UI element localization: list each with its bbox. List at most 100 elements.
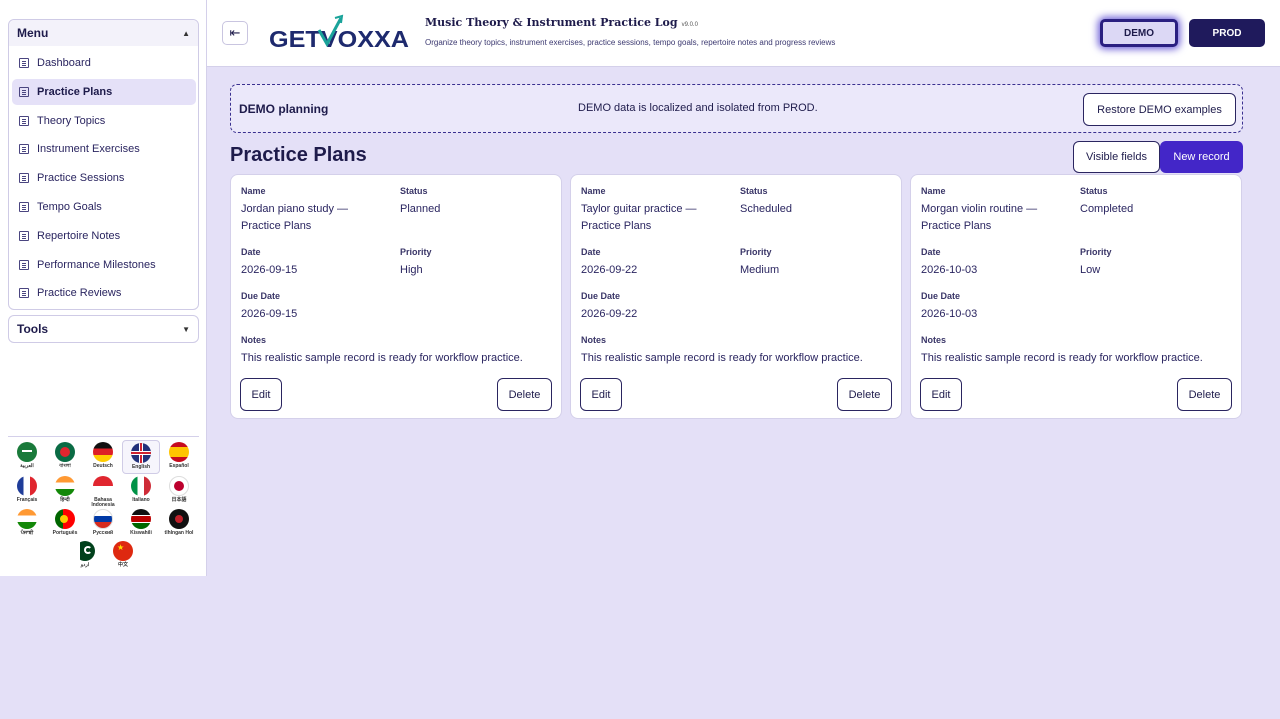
sidebar-item-label: Theory Topics — [37, 115, 106, 127]
delete-button[interactable]: Delete — [497, 378, 552, 411]
record-name: Jordan piano study — Practice Plans — [241, 203, 349, 232]
language-swahili[interactable]: Kiswahili — [122, 507, 160, 541]
tools-panel: Tools ▼ — [8, 315, 199, 343]
prod-env-button[interactable]: PROD — [1189, 19, 1265, 47]
document-icon — [19, 260, 29, 270]
status-label: Status — [1080, 186, 1108, 196]
collapse-menu-icon: ⇤ — [229, 25, 241, 40]
record-priority: High — [400, 264, 423, 276]
notes-label: Notes — [581, 335, 607, 345]
sidebar-item-practice-reviews[interactable]: Practice Reviews — [12, 280, 196, 306]
sidebar-item-label: Dashboard — [37, 57, 91, 69]
logo-text: GETVOXXA — [269, 26, 409, 52]
bangladesh-flag-icon — [55, 442, 75, 462]
document-icon — [19, 144, 29, 154]
delete-button[interactable]: Delete — [1177, 378, 1232, 411]
record-card: Name Morgan violin routine — Practice Pl… — [910, 174, 1242, 419]
language-russian[interactable]: Русский — [84, 507, 122, 541]
language-chinese[interactable]: ★ 中文 — [104, 539, 142, 573]
edit-button[interactable]: Edit — [240, 378, 282, 411]
name-label: Name — [241, 186, 266, 196]
sidebar-item-dashboard[interactable]: Dashboard — [12, 50, 196, 76]
date-label: Date — [921, 247, 941, 257]
language-portuguese[interactable]: Português — [46, 507, 84, 541]
status-label: Status — [400, 186, 428, 196]
india-flag-icon — [17, 509, 37, 529]
edit-button[interactable]: Edit — [580, 378, 622, 411]
document-icon — [19, 288, 29, 298]
sidebar: Menu ▲ Dashboard Practice Plans Theory T… — [0, 0, 207, 576]
chevron-down-icon: ▼ — [182, 324, 190, 334]
language-punjabi[interactable]: ਪੰਜਾਬੀ — [8, 507, 46, 541]
language-label: 中文 — [117, 562, 128, 568]
uk-flag-icon — [131, 443, 151, 463]
record-date: 2026-10-03 — [921, 264, 978, 276]
demo-env-button[interactable]: DEMO — [1100, 19, 1178, 47]
new-record-button[interactable]: New record — [1160, 141, 1243, 173]
language-japanese[interactable]: 日本語 — [160, 474, 198, 508]
collapse-sidebar-button[interactable]: ⇤ — [222, 21, 248, 45]
priority-label: Priority — [740, 247, 772, 257]
document-icon — [19, 173, 29, 183]
notes-label: Notes — [921, 335, 947, 345]
record-priority: Medium — [740, 264, 780, 276]
app-version: v9.0.0 — [681, 22, 698, 28]
visible-fields-button[interactable]: Visible fields — [1073, 141, 1160, 173]
sidebar-item-repertoire-notes[interactable]: Repertoire Notes — [12, 223, 196, 249]
record-due-date: 2026-10-03 — [921, 308, 978, 320]
document-icon — [19, 58, 29, 68]
language-indonesian[interactable]: Bahasa Indonesia — [84, 474, 122, 508]
document-icon — [19, 116, 29, 126]
language-german[interactable]: Deutsch — [84, 440, 122, 474]
france-flag-icon — [17, 476, 37, 496]
record-date: 2026-09-15 — [241, 264, 298, 276]
tools-title: Tools — [17, 322, 49, 336]
russia-flag-icon — [93, 509, 113, 529]
record-due-date: 2026-09-22 — [581, 308, 638, 320]
sidebar-item-label: Practice Plans — [37, 86, 113, 98]
sidebar-item-tempo-goals[interactable]: Tempo Goals — [12, 194, 196, 220]
tools-panel-header[interactable]: Tools ▼ — [9, 316, 198, 342]
sidebar-item-theory-topics[interactable]: Theory Topics — [12, 108, 196, 134]
app-title: Music Theory & Instrument Practice Log — [425, 16, 678, 29]
record-status: Completed — [1080, 203, 1134, 215]
record-notes: This realistic sample record is ready fo… — [921, 352, 1203, 364]
language-klingon[interactable]: tlhIngan Hol — [160, 507, 198, 541]
language-arabic[interactable]: العربية — [8, 440, 46, 474]
record-name: Morgan violin routine — Practice Plans — [921, 203, 1038, 232]
language-label: Français — [16, 497, 38, 503]
divider — [8, 436, 199, 437]
sidebar-item-practice-plans[interactable]: Practice Plans — [12, 79, 196, 105]
sidebar-item-label: Repertoire Notes — [37, 230, 121, 242]
sidebar-item-instrument-exercises[interactable]: Instrument Exercises — [12, 136, 196, 162]
china-flag-icon: ★ — [113, 541, 133, 561]
language-label: Português — [52, 530, 78, 536]
record-notes: This realistic sample record is ready fo… — [241, 352, 523, 364]
language-french[interactable]: Français — [8, 474, 46, 508]
language-english[interactable]: English — [122, 440, 160, 474]
india-flag-icon — [55, 476, 75, 496]
language-spanish[interactable]: Español — [160, 440, 198, 474]
japan-flag-icon — [169, 476, 189, 496]
date-label: Date — [241, 247, 261, 257]
document-icon — [19, 87, 29, 97]
restore-demo-button[interactable]: Restore DEMO examples — [1083, 93, 1236, 126]
language-bengali[interactable]: বাংলা — [46, 440, 84, 474]
language-italian[interactable]: Italiano — [122, 474, 160, 508]
due-date-label: Due Date — [241, 291, 281, 301]
due-date-label: Due Date — [921, 291, 961, 301]
sidebar-item-practice-sessions[interactable]: Practice Sessions — [12, 165, 196, 191]
menu-panel-header[interactable]: Menu ▲ — [9, 20, 198, 46]
record-notes: This realistic sample record is ready fo… — [581, 352, 863, 364]
record-card: Name Jordan piano study — Practice Plans… — [230, 174, 562, 419]
language-urdu[interactable]: اردو — [66, 539, 104, 573]
getvoxxa-logo: GETVOXXA — [269, 14, 409, 52]
app-subtitle: Organize theory topics, instrument exerc… — [425, 38, 836, 47]
sidebar-item-performance-milestones[interactable]: Performance Milestones — [12, 252, 196, 278]
edit-button[interactable]: Edit — [920, 378, 962, 411]
document-icon — [19, 202, 29, 212]
document-icon — [19, 231, 29, 241]
language-hindi[interactable]: हिन्दी — [46, 474, 84, 508]
delete-button[interactable]: Delete — [837, 378, 892, 411]
notes-label: Notes — [241, 335, 267, 345]
